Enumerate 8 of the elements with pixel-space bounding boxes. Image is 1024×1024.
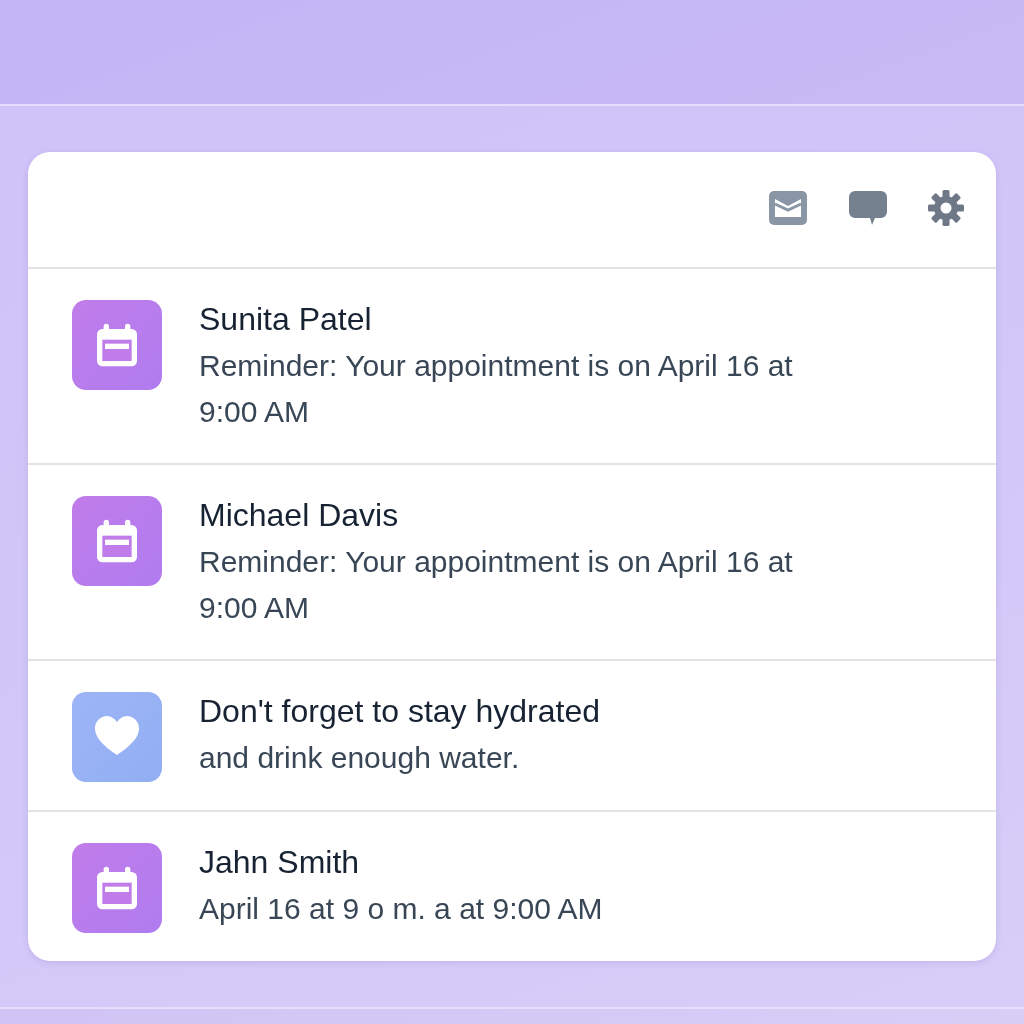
notification-title: Sunita Patel bbox=[199, 301, 373, 337]
notification-text: and drink enough water. bbox=[199, 740, 521, 776]
notification-text: Reminder: Your appointment is on April 16 at 9:00 AM bbox=[199, 544, 794, 626]
notification-title: Jahn Smith bbox=[199, 844, 361, 880]
notification-title: Michael Davis bbox=[199, 497, 400, 533]
notification-text: April 16 at 9 o m. a at 9:00 AM bbox=[199, 891, 603, 927]
notification-text: Reminder: Your appointment is on April 16 at 9:00 AM bbox=[199, 348, 794, 430]
notification-title: Don't forget to stay hydrated bbox=[199, 693, 600, 729]
